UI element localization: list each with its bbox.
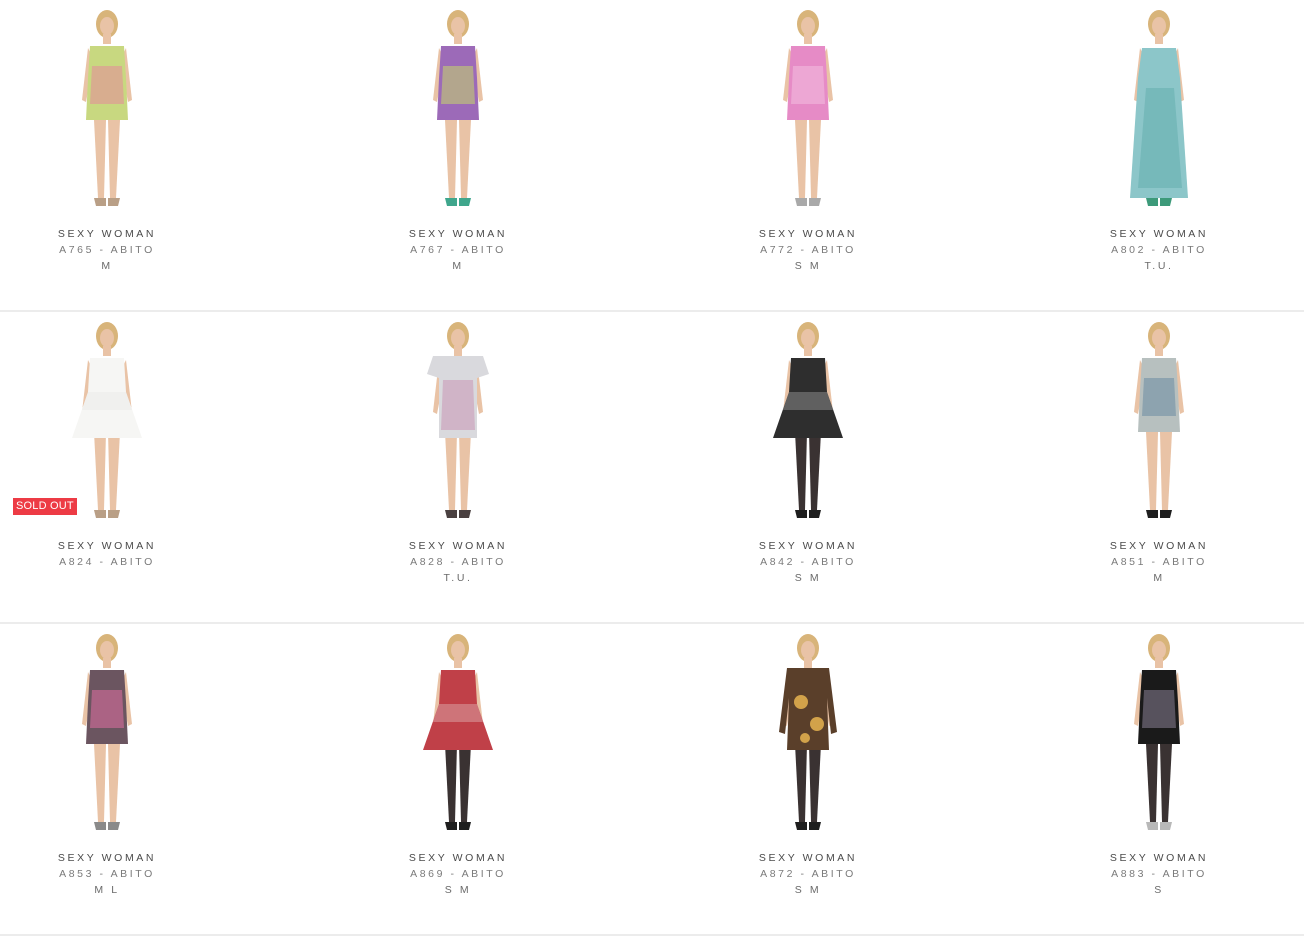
product-row: SEXY WOMAN A824 - ABITO SEXY WOMAN A828 - … [0,312,1304,624]
product-card[interactable]: SEXY WOMAN A853 - ABITO M L [7,624,207,924]
product-brand[interactable]: SEXY WOMAN [1059,228,1259,240]
product-image[interactable] [753,320,863,526]
product-brand[interactable]: SEXY WOMAN [708,228,908,240]
product-title[interactable]: A883 - ABITO [1059,868,1259,880]
product-card[interactable]: SEXY WOMAN A851 - ABITO M [1059,312,1259,612]
product-title[interactable]: A851 - ABITO [1059,556,1259,568]
product-title[interactable]: A772 - ABITO [708,244,908,256]
product-row: SEXY WOMAN A853 - ABITO M L SEXY WOMAN A869… [0,624,1304,936]
product-title[interactable]: A872 - ABITO [708,868,908,880]
product-title[interactable]: A767 - ABITO [358,244,558,256]
product-title[interactable]: A802 - ABITO [1059,244,1259,256]
product-sizes: T.U. [443,572,473,584]
product-image[interactable] [1104,8,1214,214]
product-image[interactable] [52,632,162,838]
product-brand[interactable]: SEXY WOMAN [7,852,207,864]
product-card[interactable]: SEXY WOMAN A765 - ABITO M [7,0,207,300]
product-brand[interactable]: SEXY WOMAN [7,540,207,552]
product-card[interactable]: SEXY WOMAN A767 - ABITO M [358,0,558,300]
product-image[interactable] [52,8,162,214]
product-brand[interactable]: SEXY WOMAN [7,228,207,240]
product-image[interactable] [403,8,513,214]
product-image[interactable] [1104,632,1214,838]
product-card[interactable]: SEXY WOMAN A828 - ABITO T.U. [358,312,558,612]
product-sizes: S M [794,884,822,896]
product-sizes: M [452,260,464,272]
product-title[interactable]: A869 - ABITO [358,868,558,880]
product-title[interactable]: A765 - ABITO [7,244,207,256]
product-card[interactable]: SEXY WOMAN A824 - ABITO [7,312,207,612]
product-row: SEXY WOMAN A765 - ABITO M SEXY WOMAN A767 -… [0,0,1304,312]
product-image[interactable] [403,320,513,526]
product-card[interactable]: SEXY WOMAN A872 - ABITO S M [708,624,908,924]
product-title[interactable]: A824 - ABITO [7,556,207,568]
product-card[interactable]: SEXY WOMAN A802 - ABITO T.U. [1059,0,1259,300]
product-card[interactable]: SEXY WOMAN A883 - ABITO S [1059,624,1259,924]
product-brand[interactable]: SEXY WOMAN [708,540,908,552]
product-sizes: M L [94,884,120,896]
product-brand[interactable]: SEXY WOMAN [358,540,558,552]
product-sizes: M [101,260,113,272]
product-sizes: T.U. [1144,260,1174,272]
product-sizes: S M [794,260,822,272]
product-sizes: S [1154,884,1164,896]
product-image[interactable] [753,8,863,214]
product-card[interactable]: SEXY WOMAN A772 - ABITO S M [708,0,908,300]
product-brand[interactable]: SEXY WOMAN [1059,540,1259,552]
product-image[interactable] [52,320,162,526]
product-sizes: S M [444,884,472,896]
product-title[interactable]: A842 - ABITO [708,556,908,568]
product-brand[interactable]: SEXY WOMAN [358,228,558,240]
product-brand[interactable]: SEXY WOMAN [358,852,558,864]
sold-out-badge: SOLD OUT [13,498,77,515]
product-image[interactable] [1104,320,1214,526]
product-brand[interactable]: SEXY WOMAN [708,852,908,864]
product-title[interactable]: A853 - ABITO [7,868,207,880]
product-card[interactable]: SEXY WOMAN A869 - ABITO S M [358,624,558,924]
product-image[interactable] [403,632,513,838]
product-title[interactable]: A828 - ABITO [358,556,558,568]
product-brand[interactable]: SEXY WOMAN [1059,852,1259,864]
product-card[interactable]: SEXY WOMAN A842 - ABITO S M [708,312,908,612]
product-image[interactable] [753,632,863,838]
product-sizes: M [1153,572,1165,584]
product-sizes: S M [794,572,822,584]
